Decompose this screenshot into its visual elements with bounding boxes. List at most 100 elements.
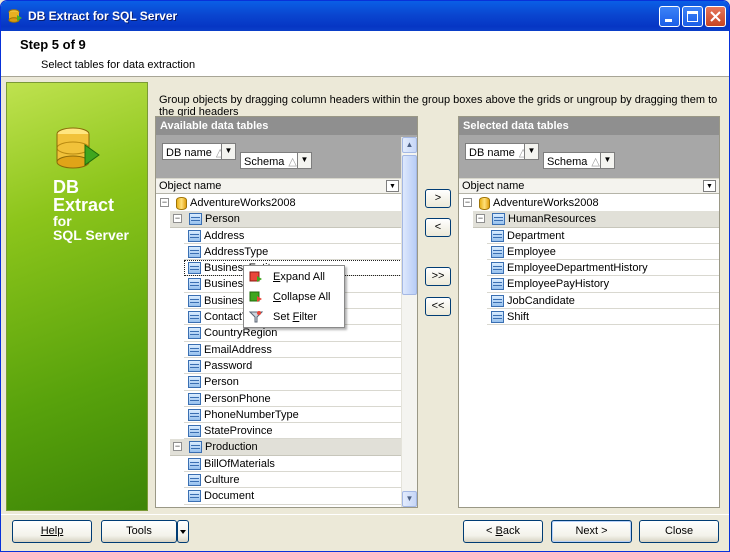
collapse-all-icon bbox=[249, 291, 262, 302]
table-row[interactable]: Address bbox=[184, 228, 402, 244]
column-header-label: Object name bbox=[159, 180, 222, 192]
back-button-prefix: < bbox=[486, 525, 496, 537]
tree-row-schema[interactable]: − HumanResources bbox=[473, 211, 719, 228]
menu-item-expand-all[interactable]: Expand All bbox=[244, 267, 344, 287]
selected-tree[interactable]: − AdventureWorks2008− HumanResources Depart… bbox=[459, 195, 719, 326]
table-row[interactable]: PhoneNumberType bbox=[184, 407, 402, 424]
table-row[interactable]: EmployeeDepartmentHistory bbox=[487, 260, 719, 277]
tree-row-database[interactable]: − AdventureWorks2008 bbox=[459, 195, 719, 211]
remove-table-button[interactable]: < bbox=[425, 218, 451, 237]
scroll-up-icon[interactable]: ▲ bbox=[402, 137, 417, 153]
group-schema-label: Schema bbox=[547, 156, 588, 168]
table-name: CountryRegion bbox=[204, 327, 278, 340]
app-window: DB Extract for SQL Server Step 5 of 9 Se… bbox=[0, 0, 730, 552]
tree-row-schema[interactable]: − Production bbox=[170, 439, 402, 456]
menu-item-set-filter[interactable]: Set Filter bbox=[244, 307, 344, 327]
table-icon bbox=[491, 262, 504, 275]
tree-schema-label: Person bbox=[205, 213, 240, 226]
tree-schema-label: HumanResources bbox=[508, 213, 597, 226]
tree-schema-label: Production bbox=[205, 441, 258, 454]
table-icon bbox=[491, 311, 504, 324]
table-row[interactable]: JobCandidate bbox=[487, 293, 719, 310]
brand-line-2: Extract bbox=[53, 195, 115, 215]
tree-row-database[interactable]: − AdventureWorks2008 bbox=[156, 195, 402, 211]
column-header-object-name[interactable]: Object name ▼ bbox=[156, 178, 402, 194]
table-name: EmployeePayHistory bbox=[507, 278, 610, 291]
collapse-icon[interactable]: − bbox=[463, 198, 472, 207]
minimize-button[interactable] bbox=[659, 6, 680, 27]
group-box-db-name[interactable]: DB name△ ▼ bbox=[465, 143, 539, 160]
step-indicator: Step 5 of 9 bbox=[20, 37, 86, 52]
collapse-icon[interactable]: − bbox=[173, 214, 182, 224]
table-icon bbox=[188, 457, 201, 470]
chevron-down-icon bbox=[180, 530, 186, 534]
add-table-button[interactable]: > bbox=[425, 189, 451, 208]
chevron-down-icon[interactable]: ▼ bbox=[297, 153, 311, 168]
table-row[interactable]: Department bbox=[487, 228, 719, 244]
table-row[interactable]: Person bbox=[184, 374, 402, 391]
table-row[interactable]: Document bbox=[184, 488, 402, 505]
table-row[interactable]: StateProvince bbox=[184, 423, 402, 440]
menu-label-filter-rest: ilter bbox=[299, 311, 318, 323]
close-window-button[interactable] bbox=[705, 6, 726, 27]
chevron-down-icon[interactable]: ▼ bbox=[221, 144, 235, 159]
table-name: Culture bbox=[204, 474, 240, 487]
table-row[interactable]: BillOfMaterials bbox=[184, 456, 402, 473]
group-schema-label: Schema bbox=[244, 156, 285, 168]
table-name: EmployeeDepartmentHistory bbox=[507, 262, 648, 275]
tree-row-schema[interactable]: − Person bbox=[170, 211, 402, 228]
table-name: EmailAddress bbox=[204, 343, 272, 356]
group-box-schema[interactable]: Schema △ ▼ bbox=[543, 152, 615, 169]
step-subtitle: Select tables for data extraction bbox=[41, 59, 196, 71]
table-name: PersonPhone bbox=[204, 392, 271, 405]
collapse-icon[interactable]: − bbox=[476, 214, 485, 224]
selected-panel-title: Selected data tables bbox=[459, 117, 719, 135]
table-row[interactable]: EmailAddress bbox=[184, 342, 402, 358]
table-row[interactable]: Employee bbox=[487, 244, 719, 261]
table-icon bbox=[188, 474, 201, 487]
chevron-down-icon[interactable]: ▼ bbox=[386, 180, 399, 192]
group-box-schema[interactable]: Schema △ ▼ bbox=[240, 152, 312, 169]
column-header-object-name[interactable]: Object name ▼ bbox=[459, 178, 719, 194]
maximize-button[interactable] bbox=[682, 6, 703, 27]
brand-line-1: DB bbox=[53, 177, 79, 197]
table-icon bbox=[188, 229, 201, 242]
tools-dropdown-button[interactable] bbox=[177, 520, 189, 543]
tree-database-label: AdventureWorks2008 bbox=[493, 197, 599, 209]
table-name: StateProvince bbox=[204, 425, 273, 438]
table-icon bbox=[188, 408, 201, 421]
table-row[interactable]: Culture bbox=[184, 472, 402, 489]
menu-item-collapse-all[interactable]: Collapse All bbox=[244, 287, 344, 307]
table-row[interactable]: Shift bbox=[487, 309, 719, 326]
table-row[interactable]: PersonPhone bbox=[184, 391, 402, 407]
table-icon bbox=[491, 294, 504, 307]
title-bar[interactable]: DB Extract for SQL Server bbox=[1, 1, 729, 31]
available-scrollbar[interactable]: ▲ ▼ bbox=[401, 137, 417, 507]
brand-name: DB Extract for SQL Server bbox=[53, 178, 129, 242]
table-row[interactable]: EmployeePayHistory bbox=[487, 276, 719, 293]
group-box-db-name[interactable]: DB name△ ▼ bbox=[162, 143, 236, 160]
table-icon bbox=[188, 294, 201, 307]
table-icon bbox=[188, 245, 201, 258]
scrollbar-thumb[interactable] bbox=[402, 155, 417, 295]
table-name: AddressType bbox=[204, 245, 269, 258]
chevron-down-icon[interactable]: ▼ bbox=[600, 153, 614, 168]
collapse-icon[interactable]: − bbox=[160, 198, 169, 207]
back-button[interactable]: < Back bbox=[463, 520, 543, 543]
chevron-down-icon[interactable]: ▼ bbox=[524, 144, 538, 159]
add-all-tables-button[interactable]: >> bbox=[425, 267, 451, 286]
help-button[interactable]: Help bbox=[12, 520, 92, 543]
table-icon bbox=[491, 278, 504, 291]
table-row[interactable]: Password bbox=[184, 358, 402, 375]
remove-all-tables-button[interactable]: << bbox=[425, 297, 451, 316]
chevron-down-icon[interactable]: ▼ bbox=[703, 180, 716, 192]
available-tree[interactable]: − AdventureWorks2008− Person Address Address… bbox=[156, 195, 402, 505]
scroll-down-icon[interactable]: ▼ bbox=[402, 491, 417, 507]
tools-button[interactable]: Tools bbox=[101, 520, 177, 543]
table-name: Shift bbox=[507, 311, 530, 324]
collapse-icon[interactable]: − bbox=[173, 442, 182, 452]
next-button[interactable]: Next > bbox=[551, 520, 632, 543]
close-button[interactable]: Close bbox=[639, 520, 719, 543]
available-panel-title: Available data tables bbox=[156, 117, 417, 135]
table-row[interactable]: AddressType bbox=[184, 244, 402, 261]
